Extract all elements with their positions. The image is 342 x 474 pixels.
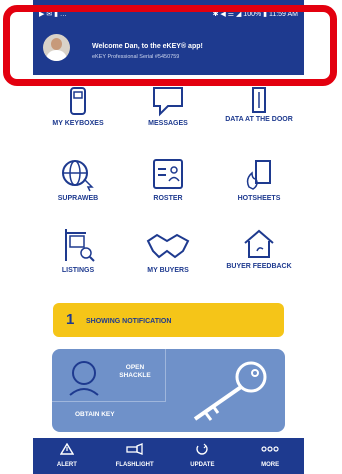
grid-item-roster[interactable]: ROSTER <box>123 157 213 203</box>
grid-label: HOTSHEETS <box>237 195 281 202</box>
bottom-tab-bar: ALERT FLASHLIGHT UPDATE MORE <box>33 438 304 474</box>
tab-flashlight[interactable]: FLASHLIGHT <box>101 438 169 474</box>
key-icon[interactable] <box>177 357 277 427</box>
key-panel: OPEN SHACKLE OBTAIN KEY <box>52 349 285 432</box>
grid-item-my-keyboxes[interactable]: MY KEYBOXES <box>33 86 123 128</box>
chat-bubble-icon <box>153 87 183 117</box>
showing-notification-banner[interactable]: 1 SHOWING NOTIFICATION <box>53 303 284 337</box>
grid-label: MY KEYBOXES <box>52 120 104 127</box>
grid-item-data-at-the-door[interactable]: DATA AT THE DOOR <box>214 86 304 124</box>
grid-label: DATA AT THE DOOR <box>225 116 293 123</box>
grid-item-my-buyers[interactable]: MY BUYERS <box>123 227 213 275</box>
grid-item-supraweb[interactable]: SUPRAWEB <box>33 157 123 203</box>
grid-label: ROSTER <box>153 195 183 202</box>
tab-label: UPDATE <box>190 462 215 468</box>
handshake-icon <box>146 233 190 259</box>
grid-label: SUPRAWEB <box>57 195 99 202</box>
flashlight-icon <box>125 443 143 455</box>
tab-label: MORE <box>261 462 280 468</box>
grid-label: LISTINGS <box>61 267 95 274</box>
globe-icon <box>62 160 94 192</box>
person-lock-icon <box>69 361 99 396</box>
obtain-key-label[interactable]: OBTAIN KEY <box>75 411 115 418</box>
listing-sign-icon <box>65 229 95 262</box>
more-dots-icon <box>261 446 279 452</box>
grid-item-listings[interactable]: LISTINGS <box>33 227 123 275</box>
house-feedback-icon <box>244 229 274 258</box>
tab-more[interactable]: MORE <box>236 438 304 474</box>
open-shackle-label: OPEN SHACKLE <box>119 364 151 379</box>
keybox-icon <box>70 87 86 115</box>
grid-item-messages[interactable]: MESSAGES <box>123 86 213 128</box>
tab-label: FLASHLIGHT <box>115 462 154 468</box>
door-icon <box>252 87 266 113</box>
grid-item-buyer-feedback[interactable]: BUYER FEEDBACK <box>214 227 304 271</box>
hotsheet-flame-icon <box>246 160 271 190</box>
roster-card-icon <box>153 159 183 189</box>
update-icon <box>196 443 209 455</box>
tab-update[interactable]: UPDATE <box>169 438 237 474</box>
notification-text: SHOWING NOTIFICATION <box>86 318 172 325</box>
tab-alert[interactable]: ALERT <box>33 438 101 474</box>
highlight-box <box>3 5 337 86</box>
grid-label: BUYER FEEDBACK <box>226 263 292 270</box>
open-shackle-button[interactable]: OPEN SHACKLE <box>52 349 166 402</box>
notification-count: 1 <box>66 311 75 328</box>
alert-triangle-icon <box>59 442 75 455</box>
grid-label: MESSAGES <box>148 120 188 127</box>
tab-label: ALERT <box>56 462 77 468</box>
grid-label: MY BUYERS <box>147 267 189 274</box>
grid-item-hotsheets[interactable]: HOTSHEETS <box>214 157 304 203</box>
